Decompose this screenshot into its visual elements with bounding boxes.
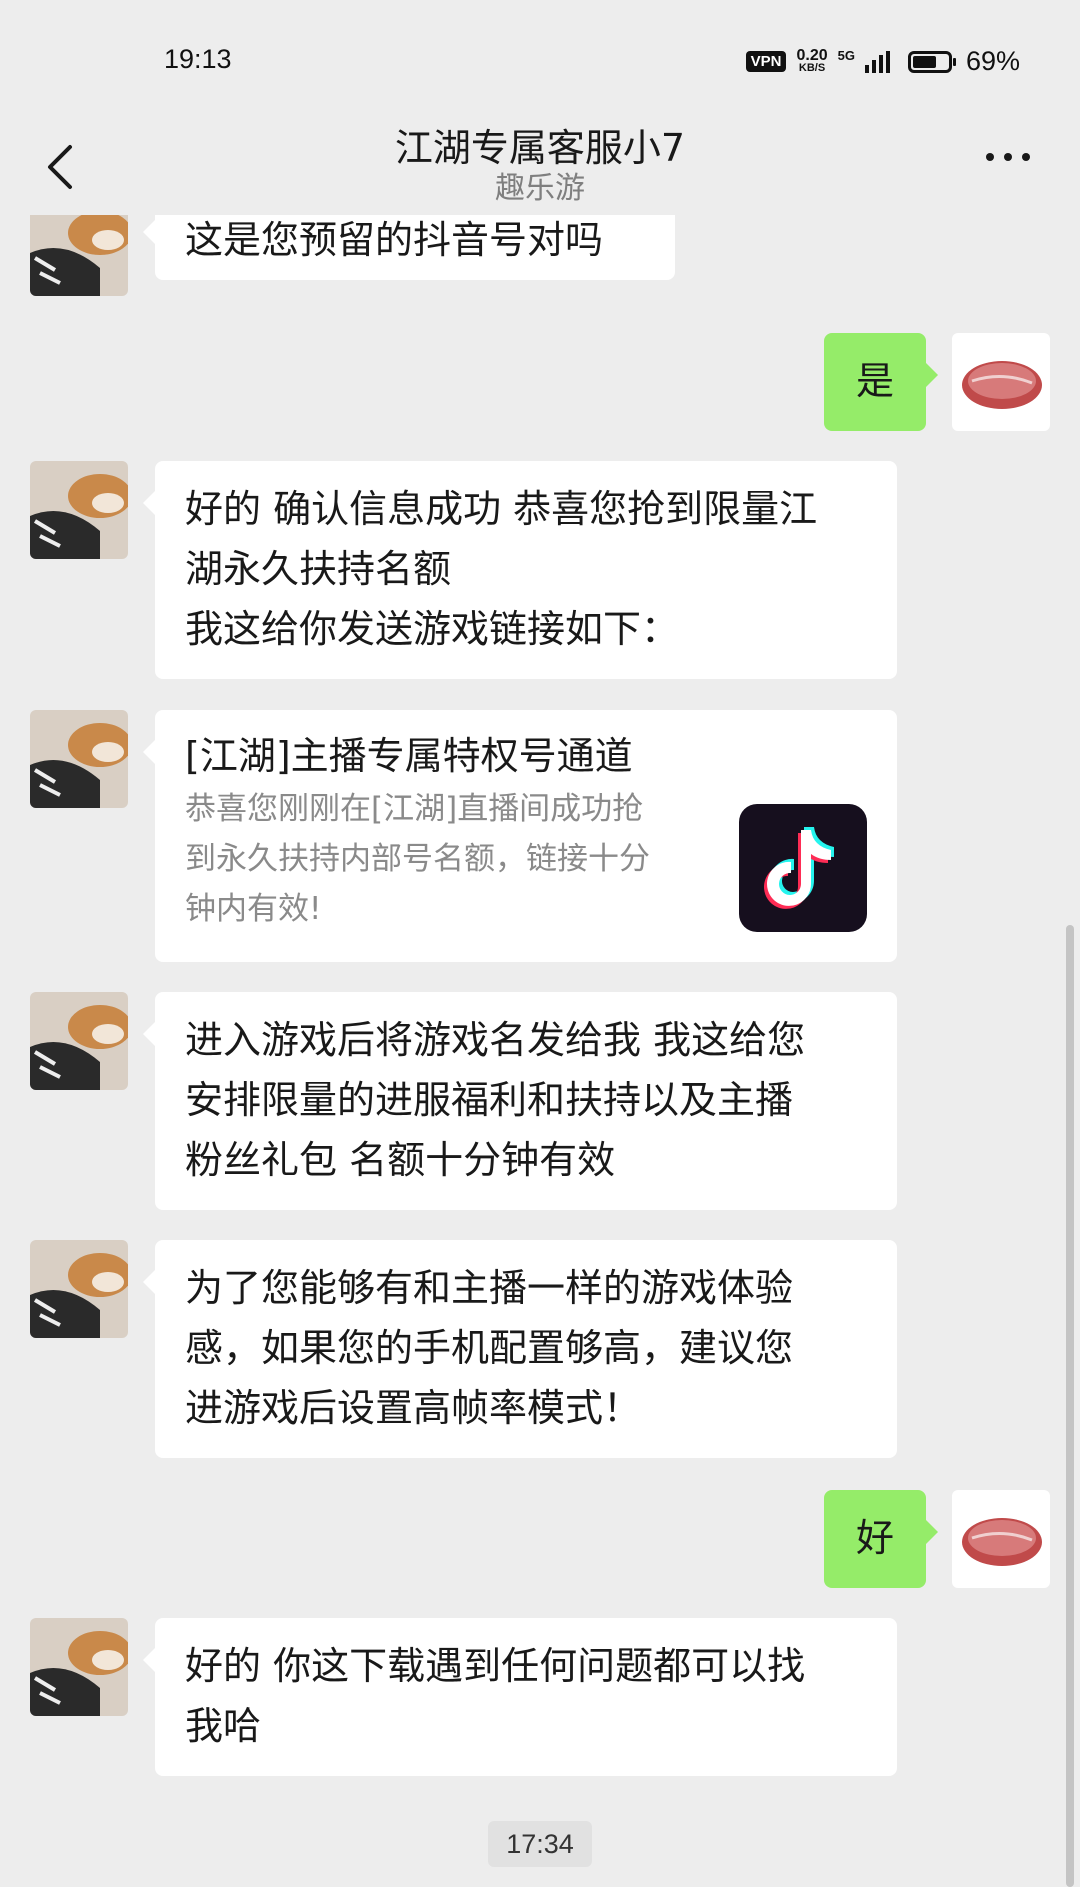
message-text-line: 好的 你这下载遇到任何问题都可以找 [185,1644,806,1688]
network-type: 5G [837,48,855,63]
message-text-line: 湖永久扶持名额 [185,547,452,591]
vpn-icon: VPN [745,51,787,72]
contact-avatar[interactable] [30,1240,128,1338]
contact-avatar[interactable] [30,215,128,296]
message-bubble-incoming[interactable]: 为了您能够有和主播一样的游戏体验 感，如果您的手机配置够高，建议您 进游戏后设置… [143,1240,897,1458]
battery-icon [907,50,956,73]
chat-subtitle: 趣乐游 [495,171,585,206]
message-text: 是 [855,359,894,403]
contact-avatar[interactable] [30,992,128,1090]
message-bubble-outgoing[interactable]: 是 [824,333,938,431]
chat-header: 江湖专属客服小7 趣乐游 [0,115,1080,215]
message-text-line: 我哈 [185,1704,262,1748]
message-text-line: 为了您能够有和主播一样的游戏体验 [185,1266,794,1310]
network-speed: 0.20 KB/S [796,46,828,75]
battery-percent: 69% [965,46,1020,76]
contact-avatar[interactable] [30,710,128,808]
link-card[interactable]: [江湖]主播专属特权号通道 恭喜您刚刚在[江湖]直播间成功抢 到永久扶持内部号名… [143,710,897,962]
status-bar: 19:13 VPN 0.20 KB/S 5G 69% [0,0,1080,115]
message-timestamp: 17:34 [488,1821,592,1867]
contact-avatar[interactable] [30,461,128,559]
tiktok-logo-icon [739,804,867,932]
status-icons: VPN 0.20 KB/S 5G 69% [745,46,1020,77]
message-text-line: 好的 确认信息成功 恭喜您抢到限量江 [185,487,818,531]
message-text: 好 [855,1516,894,1560]
user-avatar[interactable] [952,1490,1050,1588]
message-text-line: 我这给你发送游戏链接如下： [185,607,680,651]
message-text-line: 安排限量的进服福利和扶持以及主播 [185,1078,794,1122]
message-text: 这是您预留的抖音号对吗 [185,218,604,262]
chat-scrollbar[interactable] [1066,925,1074,1887]
message-bubble-incoming[interactable]: 这是您预留的抖音号对吗 [143,215,675,280]
message-bubble-incoming[interactable]: 进入游戏后将游戏名发给我 我这给您 安排限量的进服福利和扶持以及主播 粉丝礼包 … [143,992,897,1210]
message-text-line: 感，如果您的手机配置够高，建议您 [185,1326,794,1370]
message-text-line: 粉丝礼包 名额十分钟有效 [185,1138,616,1182]
status-time: 19:13 [164,44,232,74]
network-speed-value: 0.20 [796,46,828,64]
message-bubble-incoming[interactable]: 好的 你这下载遇到任何问题都可以找 我哈 [143,1618,897,1776]
contact-avatar[interactable] [30,1618,128,1716]
chat-messages[interactable]: 这是您预留的抖音号对吗 是 好的 确认信息成功 恭喜您抢到限量江 湖永久扶持名额… [0,215,1080,1887]
signal-icon [864,50,890,73]
message-bubble-incoming[interactable]: 好的 确认信息成功 恭喜您抢到限量江 湖永久扶持名额 我这给你发送游戏链接如下： [143,461,897,679]
message-text-line: 进游戏后设置高帧率模式！ [185,1386,642,1430]
link-card-title: [江湖]主播专属特权号通道 [185,734,633,778]
message-bubble-outgoing[interactable]: 好 [824,1490,938,1588]
message-text-line: 进入游戏后将游戏名发给我 我这给您 [185,1018,806,1062]
user-avatar[interactable] [952,333,1050,431]
network-speed-unit: KB/S [798,61,826,74]
more-options-icon[interactable] [986,147,1036,167]
